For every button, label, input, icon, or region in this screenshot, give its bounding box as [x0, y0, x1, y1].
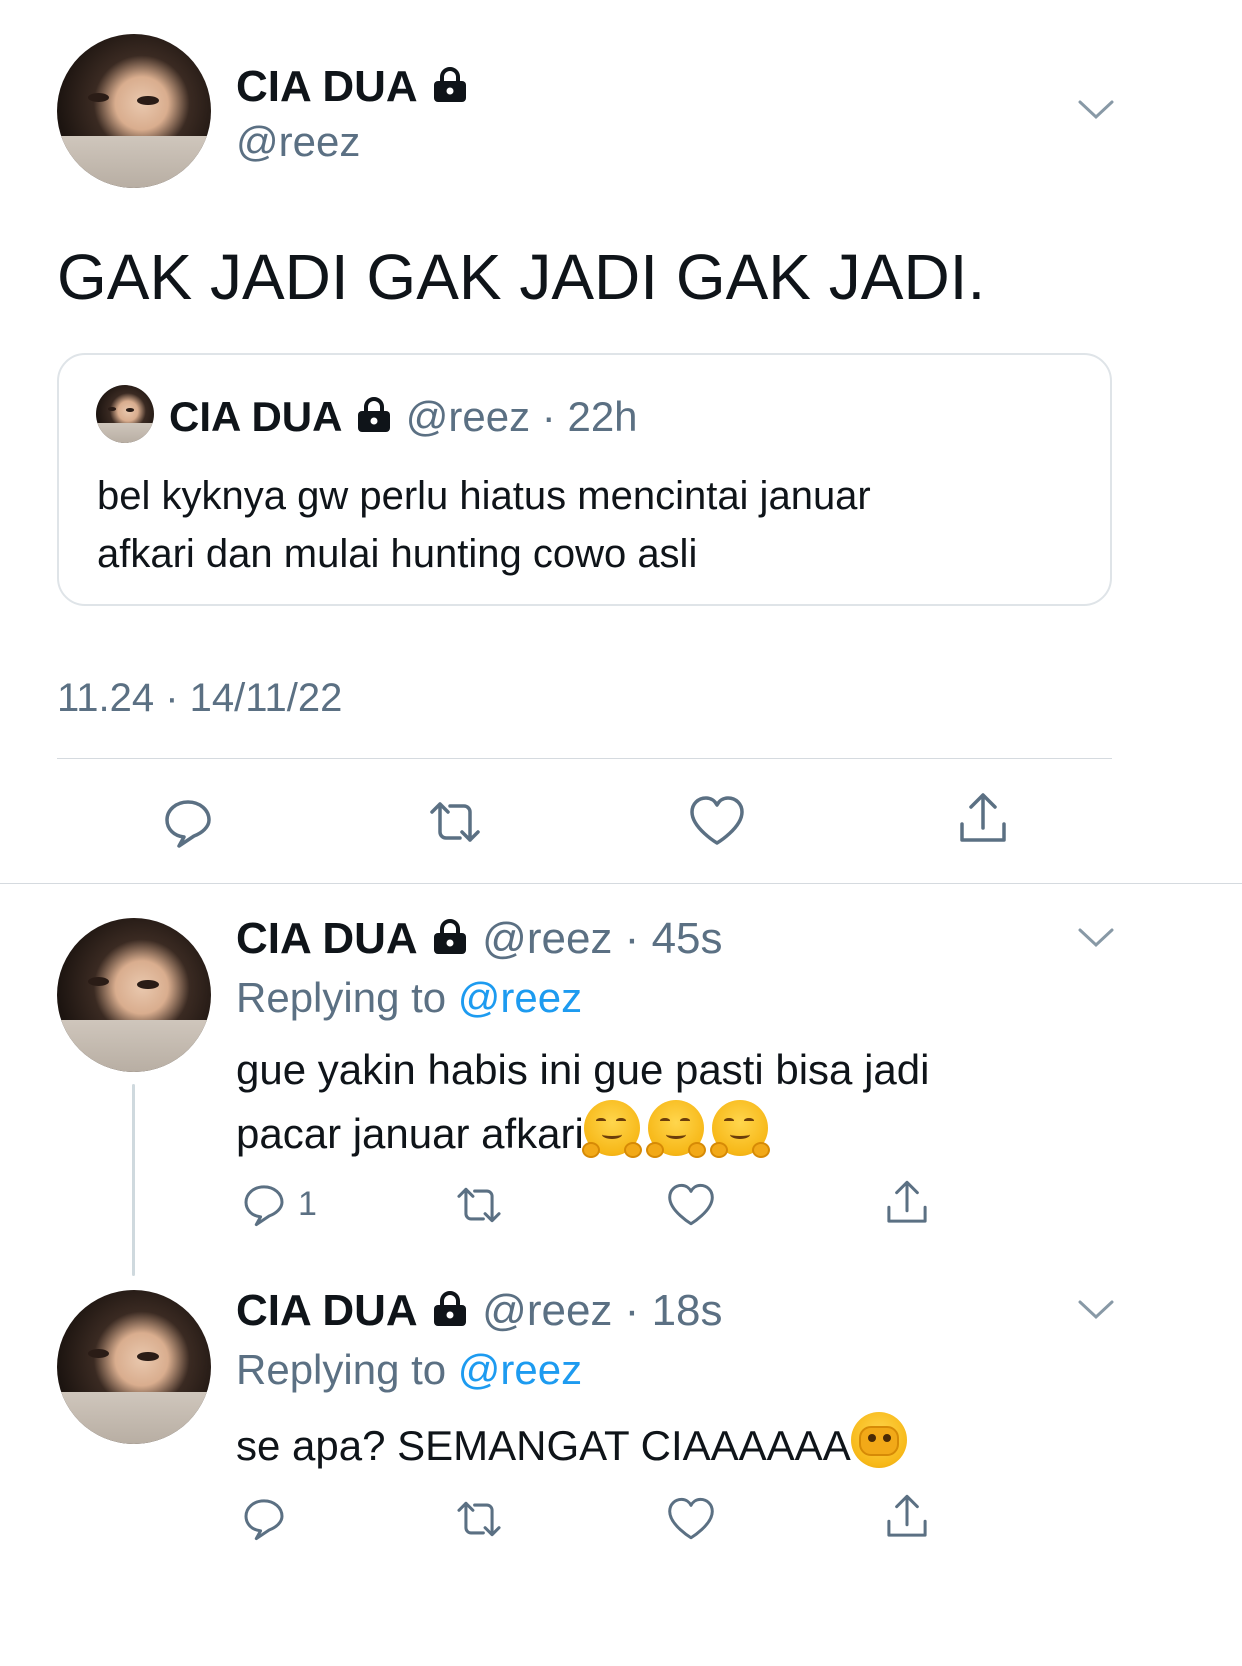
reply-header: CIA DUA @reez · 45s [236, 914, 723, 966]
quoted-avatar [96, 385, 154, 443]
heart-icon [668, 1183, 714, 1226]
lock-icon [430, 64, 470, 114]
quoted-author-handle: @reez [405, 393, 531, 440]
reply-text: gue yakin habis ini gue pasti bisa jadi … [236, 1040, 929, 1164]
quoted-header: CIA DUA @reez · 22h [169, 393, 638, 443]
like-button[interactable] [666, 1182, 716, 1228]
replying-to-label: Replying to [236, 1346, 447, 1393]
reply-text-line2: pacar januar afkari [236, 1100, 929, 1164]
quoted-text-line: afkari dan mulai hunting cowo asli [97, 532, 698, 576]
author-name: CIA DUA [236, 914, 418, 963]
section-divider [0, 883, 1242, 884]
tweet-timestamp[interactable]: 11.24 · 14/11/22 [57, 676, 342, 721]
reply-button[interactable] [160, 794, 216, 850]
chevron-down-icon[interactable] [1076, 96, 1116, 127]
quoted-text: bel kyknya gw perlu hiatus mencintai jan… [97, 467, 871, 583]
heart-icon [668, 1497, 714, 1540]
quoted-tweet[interactable]: CIA DUA @reez · 22h bel kyknya gw perlu … [57, 353, 1112, 606]
retweet-icon [457, 1501, 501, 1537]
reply-text-line: gue yakin habis ini gue pasti bisa jadi [236, 1046, 930, 1093]
author-handle[interactable]: @reez [482, 914, 612, 963]
share-icon [887, 1494, 927, 1537]
author-handle[interactable]: @reez [482, 1286, 612, 1335]
hugging-face-emoji [645, 1100, 706, 1158]
author-name-row: CIA DUA [236, 62, 470, 114]
author-name: CIA DUA [236, 62, 418, 111]
share-button[interactable] [882, 1178, 932, 1228]
reply-time[interactable]: 45s [652, 914, 723, 963]
quoted-time: 22h [567, 393, 638, 440]
avatar[interactable] [57, 918, 211, 1072]
chevron-down-icon[interactable] [1076, 924, 1116, 955]
heart-icon [690, 796, 744, 845]
retweet-icon [430, 802, 480, 842]
author-name: CIA DUA [236, 1286, 418, 1335]
quoted-author-name: CIA DUA [169, 393, 343, 440]
reply-text-segment: pacar januar afkari [236, 1110, 584, 1157]
hugging-face-emoji [581, 1100, 642, 1158]
reply-time[interactable]: 18s [652, 1286, 723, 1335]
replying-to: Replying to @reez [236, 1346, 582, 1394]
share-icon [960, 793, 1006, 842]
reply-button[interactable] [240, 1494, 288, 1542]
replying-to-handle[interactable]: @reez [458, 1346, 582, 1393]
reply-icon [244, 1185, 284, 1227]
thread-line [132, 1084, 135, 1276]
divider [57, 758, 1112, 759]
tweet-text: GAK JADI GAK JADI GAK JADI. [57, 241, 986, 313]
replying-to-label: Replying to [236, 974, 447, 1021]
separator: · [624, 914, 640, 963]
hugging-face-emoji [709, 1100, 770, 1158]
lock-icon [354, 395, 394, 443]
reply-header: CIA DUA @reez · 18s [236, 1286, 723, 1338]
retweet-button[interactable] [424, 796, 486, 848]
lock-icon [430, 1288, 470, 1338]
retweet-button[interactable] [452, 1496, 506, 1542]
reply-text-line: se apa? SEMANGAT CIAAAAAA [236, 1422, 851, 1469]
reply-button[interactable]: 1 [240, 1180, 317, 1228]
share-icon [887, 1180, 927, 1223]
replying-to-handle[interactable]: @reez [458, 974, 582, 1021]
chevron-down-icon[interactable] [1076, 1296, 1116, 1327]
retweet-button[interactable] [452, 1182, 506, 1228]
reply-count: 1 [298, 1184, 317, 1223]
retweet-icon [457, 1187, 501, 1223]
reply-icon [165, 800, 211, 848]
reply-text: se apa? SEMANGAT CIAAAAAA [236, 1412, 915, 1476]
lock-icon [430, 916, 470, 966]
quoted-text-line: bel kyknya gw perlu hiatus mencintai jan… [97, 474, 871, 518]
separator: · [541, 393, 556, 440]
like-button[interactable] [666, 1496, 716, 1542]
avatar[interactable] [57, 34, 211, 188]
avatar[interactable] [57, 1290, 211, 1444]
share-button[interactable] [882, 1492, 932, 1542]
separator: · [624, 1286, 640, 1335]
reply-icon [244, 1499, 284, 1541]
like-button[interactable] [688, 794, 746, 848]
share-button[interactable] [954, 790, 1012, 848]
replying-to: Replying to @reez [236, 974, 582, 1022]
face-with-peeking-eye-emoji [850, 1412, 907, 1468]
author-handle[interactable]: @reez [236, 118, 360, 166]
